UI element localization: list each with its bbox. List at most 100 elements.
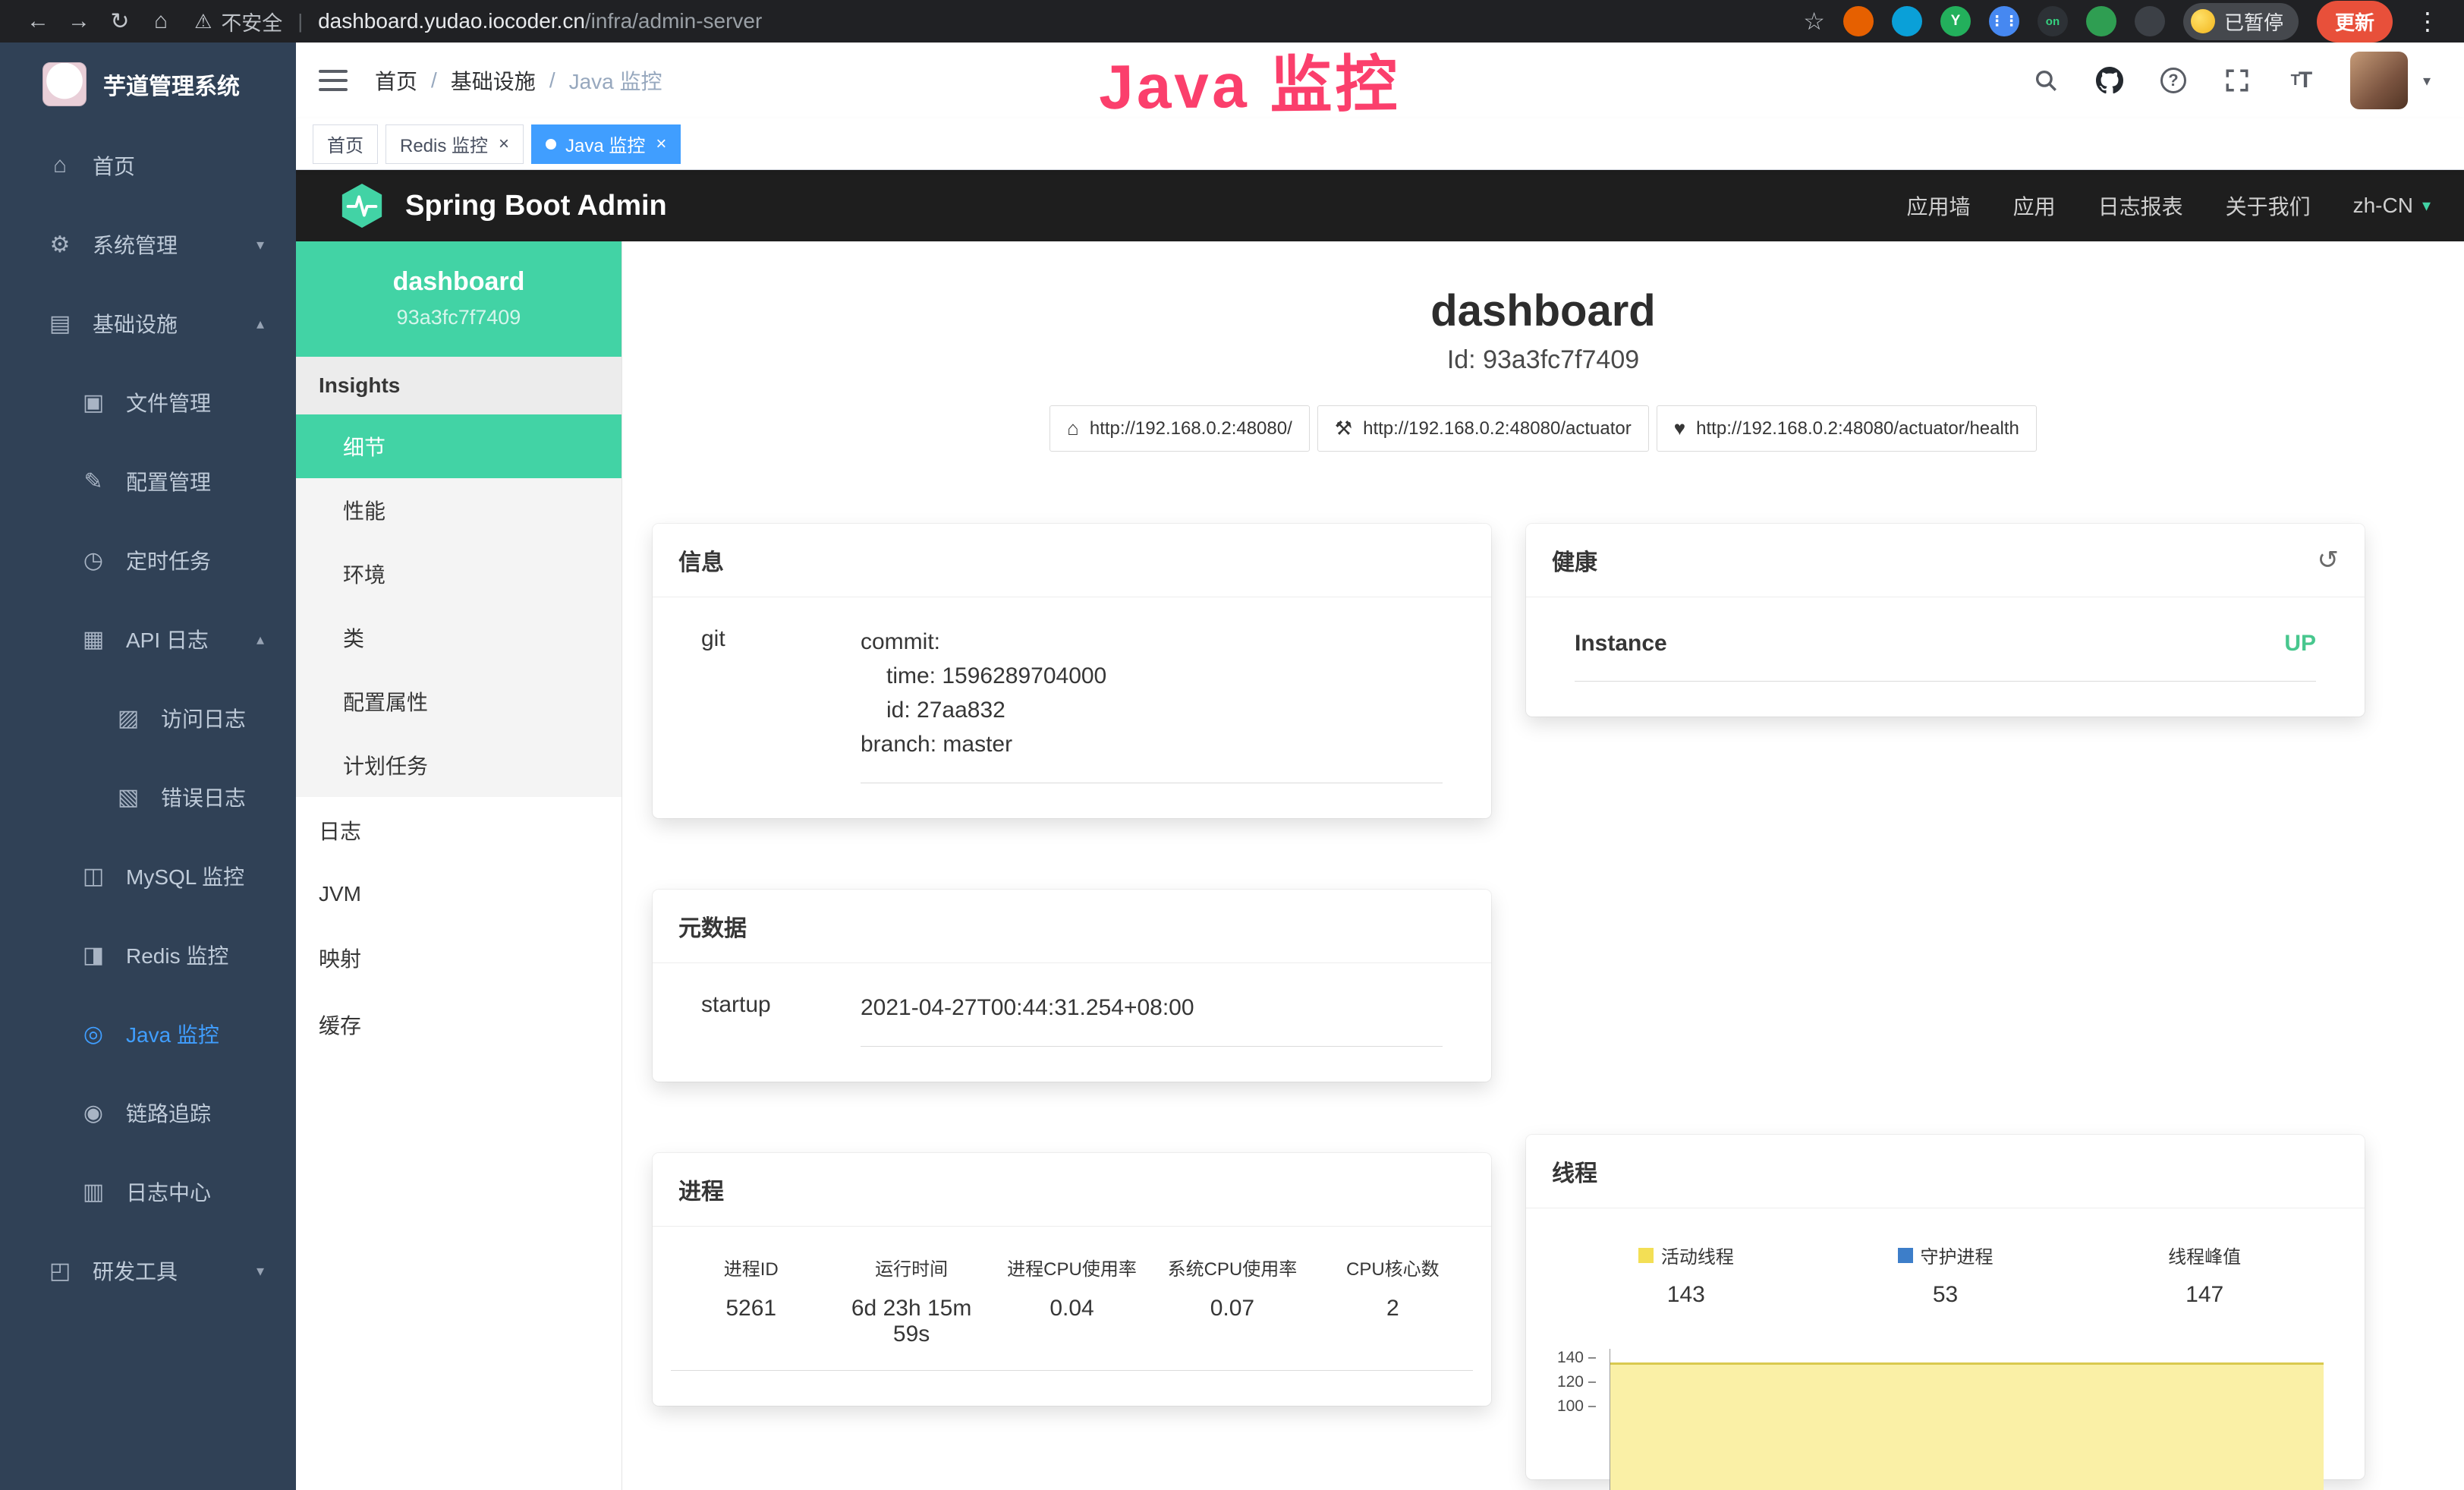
back-icon[interactable]: ← bbox=[20, 8, 56, 34]
sba-item-caches[interactable]: 缓存 bbox=[296, 991, 622, 1058]
sba-item-scheduled-tasks[interactable]: 计划任务 bbox=[296, 733, 622, 797]
sba-item-config-props[interactable]: 配置属性 bbox=[296, 669, 622, 733]
reload-icon[interactable]: ↻ bbox=[102, 8, 138, 35]
screen: ← → ↻ ⌂ ⚠ 不安全 | dashboard.yudao.iocoder.… bbox=[0, 0, 2464, 1490]
instance-id: 93a3fc7f7409 bbox=[296, 306, 622, 329]
legend-blue-swatch bbox=[1898, 1248, 1913, 1263]
breadcrumb-home[interactable]: 首页 bbox=[375, 65, 417, 96]
page-subtitle: Id: 93a3fc7f7409 bbox=[622, 345, 2464, 375]
sidebar-item-mysql-monitor[interactable]: ◫ MySQL 监控 bbox=[0, 836, 296, 915]
breadcrumb: 首页 / 基础设施 / Java 监控 bbox=[375, 65, 662, 96]
emoji-face-icon bbox=[2191, 9, 2215, 33]
breadcrumb-infrastructure[interactable]: 基础设施 bbox=[451, 65, 536, 96]
sidebar-item-log-center[interactable]: ▥ 日志中心 bbox=[0, 1152, 296, 1231]
sidebar-item-error-log[interactable]: ▧ 错误日志 bbox=[0, 758, 296, 836]
fullscreen-icon[interactable] bbox=[2223, 66, 2252, 95]
instance-links: ⌂ http://192.168.0.2:48080/ ⚒ http://192… bbox=[622, 405, 2464, 452]
sba-instance-header[interactable]: dashboard 93a3fc7f7409 bbox=[296, 241, 622, 357]
uptime-value: 6d 23h 15m 59s bbox=[831, 1296, 991, 1371]
address-bar[interactable]: ⚠ 不安全 | dashboard.yudao.iocoder.cn/infra… bbox=[194, 7, 1798, 36]
sidebar-item-system[interactable]: ⚙ 系统管理 ▾ bbox=[0, 205, 296, 284]
sba-link-journal[interactable]: 日志报表 bbox=[2098, 191, 2183, 221]
gear-icon: ⚙ bbox=[46, 232, 74, 258]
sidebar-item-access-log[interactable]: ▨ 访问日志 bbox=[0, 679, 296, 758]
browser-home-icon[interactable]: ⌂ bbox=[143, 8, 179, 34]
tab-java-monitor[interactable]: Java 监控 × bbox=[531, 124, 681, 164]
avatar-caret-icon[interactable]: ▾ bbox=[2423, 71, 2431, 90]
active-dot bbox=[546, 139, 556, 150]
instance-hero: dashboard Id: 93a3fc7f7409 bbox=[622, 285, 2464, 375]
legend-peak-threads: 线程峰值 bbox=[2075, 1242, 2334, 1268]
sba-item-mappings[interactable]: 映射 bbox=[296, 925, 622, 991]
home-icon: ⌂ bbox=[1067, 417, 1079, 440]
health-heart-icon: ♥ bbox=[1674, 417, 1685, 440]
threads-card-title: 线程 bbox=[1526, 1135, 2365, 1208]
extension-icon-grid[interactable]: ⋮⋮ bbox=[1989, 6, 2019, 36]
sba-section-insights: Insights bbox=[296, 357, 622, 414]
bookmark-star-icon[interactable]: ☆ bbox=[1803, 7, 1825, 36]
service-url-link[interactable]: ⌂ http://192.168.0.2:48080/ bbox=[1049, 405, 1310, 452]
browser-menu-icon[interactable]: ⋮ bbox=[2411, 7, 2444, 36]
sba-item-logs[interactable]: 日志 bbox=[296, 797, 622, 864]
address-divider: | bbox=[297, 10, 303, 33]
sba-link-applications[interactable]: 应用 bbox=[2013, 191, 2056, 221]
sba-item-environment[interactable]: 环境 bbox=[296, 542, 622, 606]
y-tick-120: 120 bbox=[1556, 1373, 1596, 1391]
app-logo-block[interactable]: 芋道管理系统 bbox=[0, 43, 296, 126]
sidebar-item-redis-monitor[interactable]: ◨ Redis 监控 bbox=[0, 915, 296, 994]
sba-link-about[interactable]: 关于我们 bbox=[2226, 191, 2311, 221]
user-avatar[interactable] bbox=[2350, 52, 2408, 109]
sba-brand[interactable]: Spring Boot Admin bbox=[338, 182, 667, 229]
history-icon[interactable]: ↺ bbox=[2318, 545, 2340, 575]
tab-redis-monitor[interactable]: Redis 监控 × bbox=[385, 124, 524, 164]
sba-navbar: Spring Boot Admin 应用墙 应用 日志报表 关于我们 zh-CN… bbox=[296, 170, 2464, 241]
sidebar-item-file-manage[interactable]: ▣ 文件管理 bbox=[0, 363, 296, 442]
sidebar-item-java-monitor[interactable]: ◎ Java 监控 bbox=[0, 994, 296, 1073]
sba-item-classes[interactable]: 类 bbox=[296, 606, 622, 669]
update-button[interactable]: 更新 bbox=[2317, 1, 2393, 43]
sidebar-item-config-manage[interactable]: ✎ 配置管理 bbox=[0, 442, 296, 521]
sba-item-metrics[interactable]: 性能 bbox=[296, 478, 622, 542]
process-table-values: 5261 6d 23h 15m 59s 0.04 0.07 2 bbox=[653, 1296, 1491, 1371]
sidebar-item-infrastructure[interactable]: ▤ 基础设施 ▴ bbox=[0, 284, 296, 363]
sba-link-wallboard[interactable]: 应用墙 bbox=[1907, 191, 1971, 221]
search-icon[interactable] bbox=[2031, 66, 2060, 95]
peak-threads-value: 147 bbox=[2075, 1282, 2334, 1308]
health-card: 健康 ↺ Instance UP bbox=[1526, 524, 2365, 717]
close-icon[interactable]: × bbox=[499, 134, 509, 155]
paused-badge[interactable]: 已暂停 bbox=[2183, 3, 2299, 40]
health-url-link[interactable]: ♥ http://192.168.0.2:48080/actuator/heal… bbox=[1657, 405, 2037, 452]
extension-icon-blue[interactable] bbox=[1892, 6, 1922, 36]
sidebar-item-api-log[interactable]: ▦ API 日志 ▴ bbox=[0, 600, 296, 679]
access-log-icon: ▨ bbox=[114, 705, 143, 732]
close-icon[interactable]: × bbox=[656, 134, 666, 155]
extension-icon-leaf[interactable] bbox=[2086, 6, 2116, 36]
sidebar-item-tracing[interactable]: ◉ 链路追踪 bbox=[0, 1073, 296, 1152]
sba-item-jvm[interactable]: JVM bbox=[296, 864, 622, 925]
tab-home[interactable]: 首页 bbox=[313, 124, 378, 164]
sba-item-details[interactable]: 细节 bbox=[296, 414, 622, 478]
locale-select[interactable]: zh-CN ▾ bbox=[2353, 194, 2431, 218]
process-card: 进程 进程ID 运行时间 进程CPU使用率 系统CPU使用率 CPU核心数 bbox=[653, 1153, 1491, 1406]
extension-icon-on[interactable]: on bbox=[2038, 6, 2068, 36]
extension-icon-dark[interactable] bbox=[2135, 6, 2165, 36]
health-instance-row: Instance UP bbox=[1575, 631, 2316, 682]
sidebar-item-scheduled-jobs[interactable]: ◷ 定时任务 bbox=[0, 521, 296, 600]
metadata-card: 元数据 startup 2021-04-27T00:44:31.254+08:0… bbox=[653, 890, 1491, 1082]
hamburger-icon[interactable] bbox=[319, 70, 348, 91]
forward-icon[interactable]: → bbox=[61, 8, 97, 34]
font-size-icon[interactable]: TT bbox=[2286, 66, 2315, 95]
extension-icon-fox[interactable] bbox=[1843, 6, 1874, 36]
threads-card: 线程 活动线程 bbox=[1526, 1135, 2365, 1479]
sidebar-item-home[interactable]: ⌂ 首页 bbox=[0, 126, 296, 205]
actuator-url-link[interactable]: ⚒ http://192.168.0.2:48080/actuator bbox=[1317, 405, 1649, 452]
health-card-title: 健康 bbox=[1552, 543, 1597, 577]
sidebar-item-dev-tools[interactable]: ◰ 研发工具 ▾ bbox=[0, 1231, 296, 1310]
security-warning-label: 不安全 bbox=[221, 7, 282, 36]
daemon-threads-value: 53 bbox=[1816, 1282, 2075, 1308]
app-title: 芋道管理系统 bbox=[103, 68, 240, 101]
header-actions: ? TT ▾ bbox=[2031, 52, 2431, 109]
github-icon[interactable] bbox=[2095, 66, 2124, 95]
help-icon[interactable]: ? bbox=[2159, 66, 2188, 95]
extension-icon-green-y[interactable]: Y bbox=[1940, 6, 1971, 36]
